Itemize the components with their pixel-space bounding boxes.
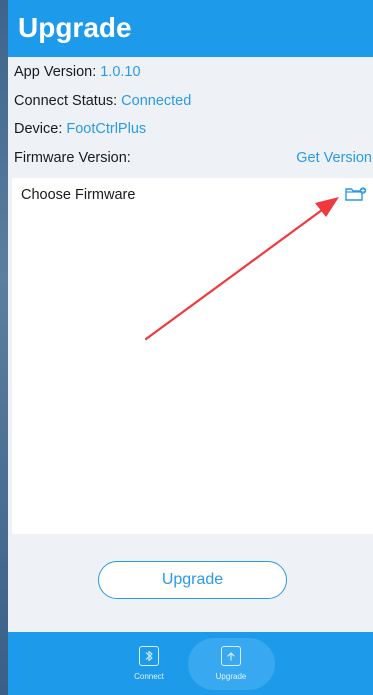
app-version-row: App Version: 1.0.10 <box>14 64 141 80</box>
page-title: Upgrade <box>18 12 132 43</box>
upgrade-button[interactable]: Upgrade <box>98 561 287 599</box>
device-value: FootCtrlPlus <box>66 121 147 137</box>
connect-status-value: Connected <box>121 93 192 109</box>
header-bar: Upgrade <box>8 0 373 57</box>
tab-connect[interactable]: Connect <box>119 638 179 690</box>
background-edge <box>0 0 8 695</box>
firmware-version-label: Firmware Version: <box>14 150 131 166</box>
get-version-link[interactable]: Get Version <box>296 150 372 166</box>
upgrade-icon <box>221 646 241 666</box>
app-version-label: App Version: <box>14 64 97 80</box>
device-label: Device: <box>14 121 63 137</box>
folder-plus-icon[interactable] <box>345 186 367 202</box>
bluetooth-icon <box>139 646 159 666</box>
firmware-version-row: Firmware Version: <box>14 150 131 166</box>
device-row: Device: FootCtrlPlus <box>14 121 146 137</box>
tab-upgrade[interactable]: Upgrade <box>201 638 261 690</box>
connect-status-row: Connect Status: Connected <box>14 93 191 109</box>
choose-firmware-label: Choose Firmware <box>21 187 136 203</box>
tab-upgrade-label: Upgrade <box>215 672 247 681</box>
tab-connect-label: Connect <box>134 672 164 681</box>
connect-status-label: Connect Status: <box>14 93 118 109</box>
app-screen: Upgrade App Version: 1.0.10 Connect Statu… <box>8 0 373 695</box>
app-version-value: 1.0.10 <box>100 64 141 80</box>
tab-bar: Connect Upgrade <box>8 632 373 695</box>
firmware-panel: Choose Firmware <box>12 178 373 534</box>
